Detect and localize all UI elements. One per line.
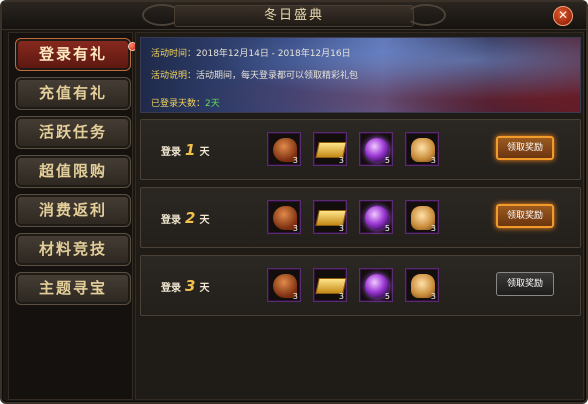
row-prefix: 登录 xyxy=(161,283,181,294)
login-days-label: 已登录天数： xyxy=(151,99,206,109)
reward-item[interactable]: 3 xyxy=(313,132,347,166)
claim-reward-button-disabled[interactable]: 领取奖励 xyxy=(496,272,554,296)
item-quantity: 3 xyxy=(338,224,344,233)
event-time-value: 2018年12月14日 - 2018年12月16日 xyxy=(196,49,351,59)
event-banner: 活动时间：2018年12月14日 - 2018年12月16日 活动说明：活动期间… xyxy=(140,37,581,113)
row-label: 登录 2 天 xyxy=(161,209,209,227)
item-quantity: 3 xyxy=(292,292,298,301)
window-title: 冬日盛典 xyxy=(174,5,414,27)
item-quantity: 3 xyxy=(430,156,436,165)
reward-item[interactable]: 3 xyxy=(267,268,301,302)
reward-item[interactable]: 3 xyxy=(267,200,301,234)
title-bar[interactable]: 冬日盛典 ✕ xyxy=(2,2,586,30)
reward-row-day-1: 登录 1 天 3 3 5 3 领取奖励 xyxy=(140,119,581,180)
item-quantity: 3 xyxy=(430,292,436,301)
row-prefix: 登录 xyxy=(161,147,181,158)
sidebar-item-label: 材料竞技 xyxy=(38,240,107,258)
sidebar-item-login-gift[interactable]: 登录有礼 xyxy=(15,38,137,71)
item-quantity: 5 xyxy=(384,156,390,165)
reward-item[interactable]: 3 xyxy=(405,132,439,166)
sidebar-item-spend-rebate[interactable]: 消费返利 xyxy=(15,194,131,227)
event-description: 活动说明：活动期间，每天登录都可以领取精彩礼包 xyxy=(151,68,358,81)
login-days-value: 2天 xyxy=(205,99,220,109)
item-quantity: 3 xyxy=(292,156,298,165)
event-window: 冬日盛典 ✕ 登录有礼 充值有礼 活跃任务 超值限购 消费返利 材料竞技 主题寻… xyxy=(0,0,588,404)
sidebar-item-limited-purchase[interactable]: 超值限购 xyxy=(15,155,131,188)
reward-item[interactable]: 5 xyxy=(359,268,393,302)
content-panel: 活动时间：2018年12月14日 - 2018年12月16日 活动说明：活动期间… xyxy=(135,32,584,400)
sidebar-item-label: 充值有礼 xyxy=(38,84,107,102)
reward-item[interactable]: 3 xyxy=(405,268,439,302)
reward-item[interactable]: 3 xyxy=(313,200,347,234)
row-day-number: 2 xyxy=(185,209,196,227)
row-label: 登录 3 天 xyxy=(161,277,209,295)
sidebar-item-recharge-gift[interactable]: 充值有礼 xyxy=(15,77,131,110)
claim-reward-button[interactable]: 领取奖励 xyxy=(496,136,554,160)
sidebar-item-material-contest[interactable]: 材料竞技 xyxy=(15,233,131,266)
reward-item[interactable]: 5 xyxy=(359,200,393,234)
row-day-number: 1 xyxy=(185,141,196,159)
item-quantity: 5 xyxy=(384,292,390,301)
event-desc-value: 活动期间，每天登录都可以领取精彩礼包 xyxy=(196,71,359,81)
reward-item[interactable]: 3 xyxy=(405,200,439,234)
title-ornament-right xyxy=(406,4,446,26)
sidebar-item-label: 登录有礼 xyxy=(38,45,107,63)
row-suffix: 天 xyxy=(199,147,210,158)
reward-row-day-3: 登录 3 天 3 3 5 3 领取奖励 xyxy=(140,255,581,316)
row-prefix: 登录 xyxy=(161,215,181,226)
row-label: 登录 1 天 xyxy=(161,141,209,159)
item-quantity: 5 xyxy=(384,224,390,233)
sidebar-item-label: 消费返利 xyxy=(38,201,107,219)
item-quantity: 3 xyxy=(338,292,344,301)
claim-reward-button[interactable]: 领取奖励 xyxy=(496,204,554,228)
sidebar-item-label: 活跃任务 xyxy=(38,123,107,141)
row-suffix: 天 xyxy=(199,215,210,226)
event-desc-label: 活动说明： xyxy=(151,71,197,81)
reward-item[interactable]: 5 xyxy=(359,132,393,166)
event-time: 活动时间：2018年12月14日 - 2018年12月16日 xyxy=(151,46,351,59)
sidebar-item-label: 主题寻宝 xyxy=(38,279,107,297)
close-icon[interactable]: ✕ xyxy=(553,6,573,26)
item-quantity: 3 xyxy=(292,224,298,233)
reward-row-day-2: 登录 2 天 3 3 5 3 领取奖励 xyxy=(140,187,581,248)
event-time-label: 活动时间： xyxy=(151,49,197,59)
sidebar-item-active-tasks[interactable]: 活跃任务 xyxy=(15,116,131,149)
login-days: 已登录天数：2天 xyxy=(151,96,220,109)
sidebar: 登录有礼 充值有礼 活跃任务 超值限购 消费返利 材料竞技 主题寻宝 xyxy=(8,32,137,400)
reward-item[interactable]: 3 xyxy=(313,268,347,302)
row-suffix: 天 xyxy=(199,283,210,294)
sidebar-item-theme-treasure[interactable]: 主题寻宝 xyxy=(15,272,131,305)
reward-item[interactable]: 3 xyxy=(267,132,301,166)
row-day-number: 3 xyxy=(185,277,196,295)
item-quantity: 3 xyxy=(338,156,344,165)
sidebar-item-label: 超值限购 xyxy=(38,162,107,180)
item-quantity: 3 xyxy=(430,224,436,233)
